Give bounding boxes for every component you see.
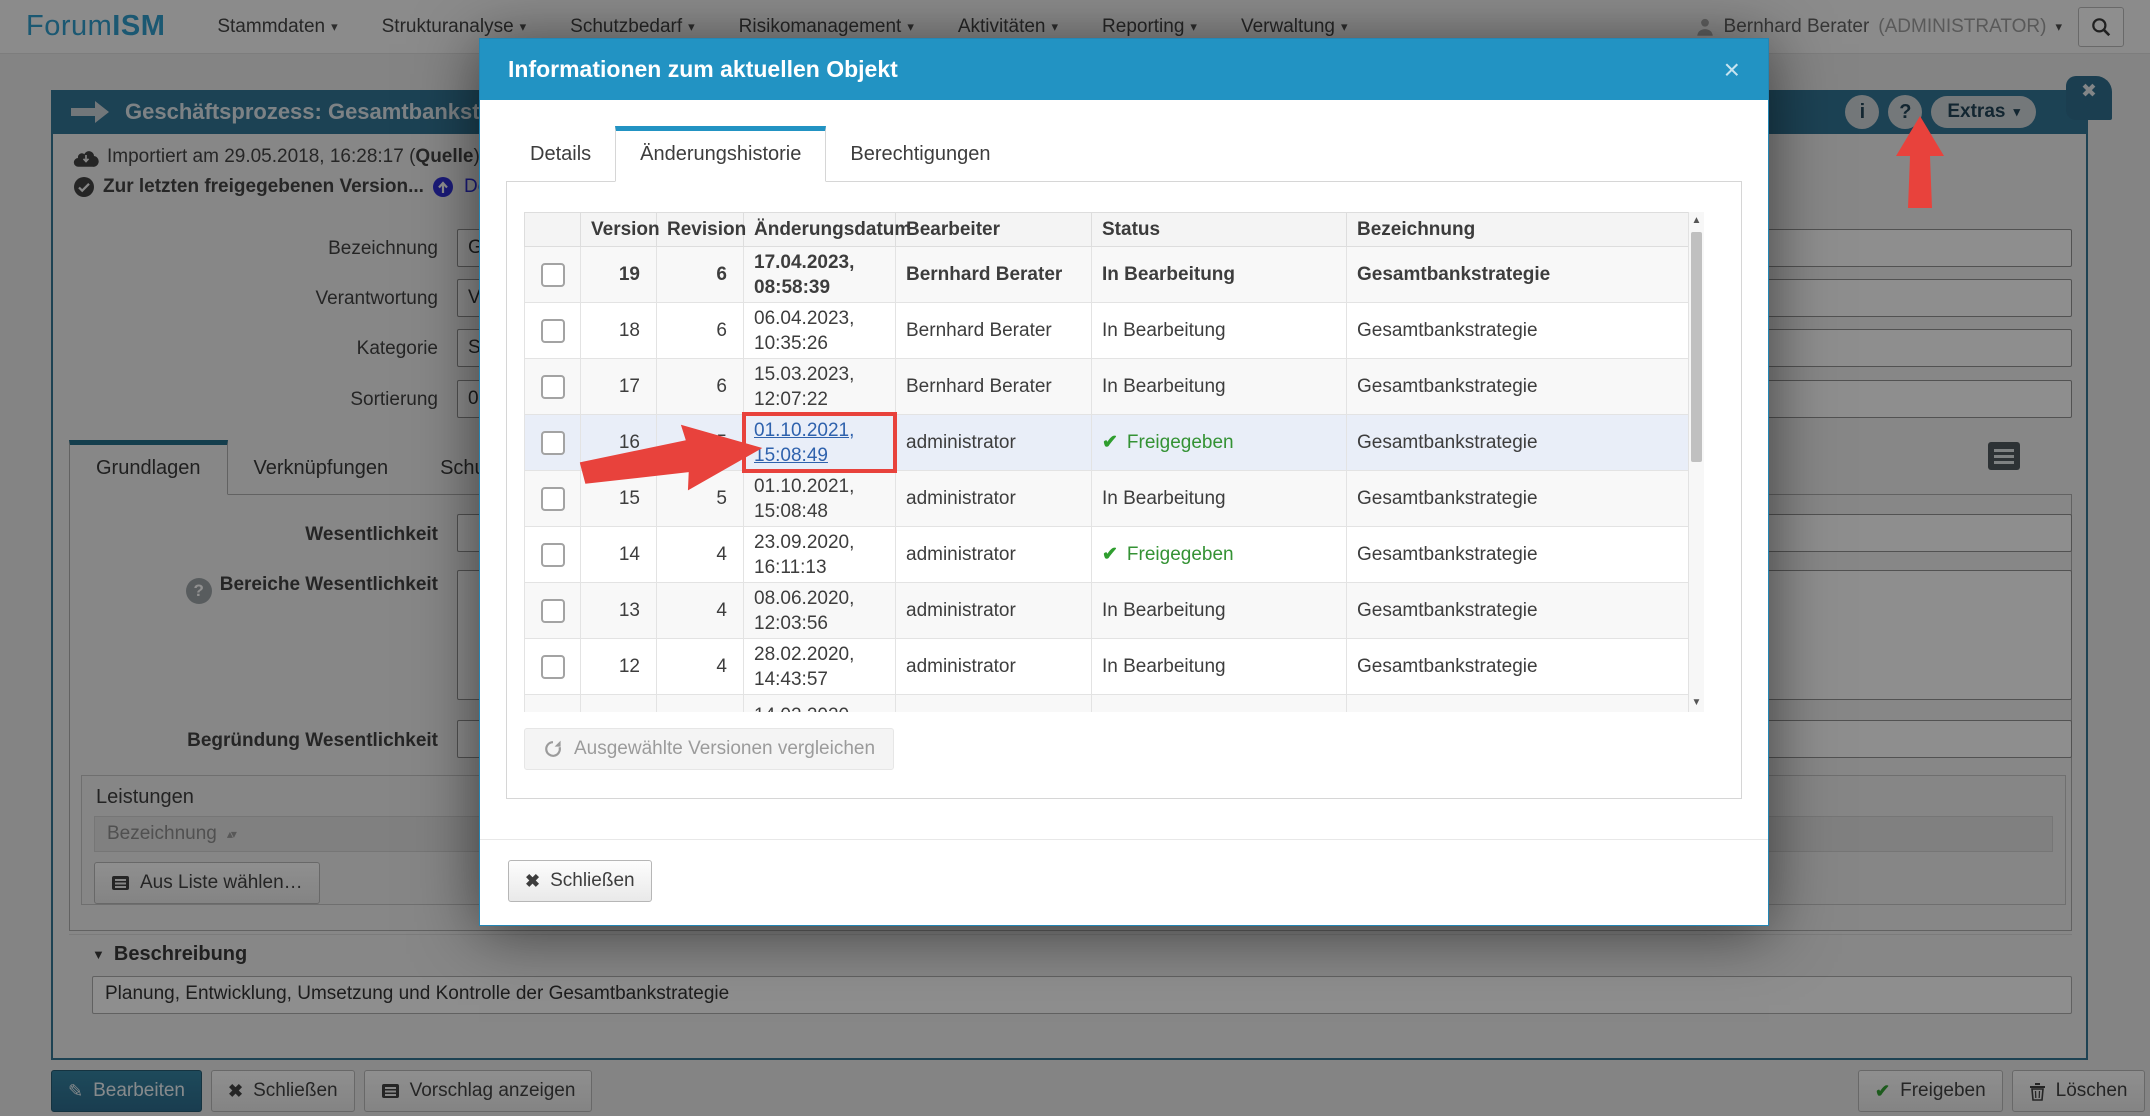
version-date: 23.09.2020, 16:11:13 <box>754 531 855 578</box>
col-status: Status <box>1091 212 1347 247</box>
col-date: Änderungsdatum <box>743 212 911 247</box>
version-date: 17.04.2023, 08:58:39 <box>754 251 855 298</box>
compare-versions-button[interactable]: Ausgewählte Versionen vergleichen <box>524 728 895 770</box>
history-row[interactable]: 18 6 06.04.2023, 10:35:26 Bernhard Berater In… <box>524 302 1690 359</box>
col-name: Bezeichnung <box>1346 212 1690 247</box>
row-select-checkbox[interactable] <box>540 598 565 623</box>
history-row[interactable]: 12 4 28.02.2020, 14:43:57 administrator In Be… <box>524 638 1690 695</box>
modal-tabs: Details Änderungshistorie Berechtigungen <box>506 126 1742 182</box>
row-select-checkbox[interactable] <box>540 486 565 511</box>
screenshot-root: ForumISM Stammdaten ▾ Strukturanalyse ▾ Schu… <box>0 0 2150 1116</box>
check-icon: ✔ <box>1102 432 1118 453</box>
modal-header: Informationen zum aktuellen Objekt × <box>480 39 1768 100</box>
history-row[interactable]: 17 6 15.03.2023, 12:07:22 Bernhard Berater In… <box>524 358 1690 415</box>
history-row[interactable]: 14 4 23.09.2020, 16:11:13 administrator ✔ Frei… <box>524 526 1690 583</box>
history-row-partial[interactable]: 14.02.2020, <box>524 694 1690 712</box>
modal-close-icon[interactable]: × <box>1724 54 1740 86</box>
col-version: Version <box>580 212 660 247</box>
row-select-checkbox[interactable] <box>540 542 565 567</box>
scroll-up-icon[interactable]: ▲ <box>1689 214 1704 228</box>
table-scrollbar[interactable]: ▲ ▼ <box>1688 212 1704 712</box>
history-header-row: Version Revision Änderungsdatum Bearbeit… <box>524 212 1690 247</box>
modal-tab[interactable]: Details <box>506 127 615 181</box>
modal-title: Informationen zum aktuellen Objekt <box>508 56 898 82</box>
scroll-down-icon[interactable]: ▼ <box>1689 696 1704 710</box>
version-date: 01.10.2021, 15:08:48 <box>754 475 855 522</box>
history-row[interactable]: 19 6 17.04.2023, 08:58:39 Bernhard Berater In… <box>524 246 1690 303</box>
info-modal: Informationen zum aktuellen Objekt × Det… <box>479 38 1769 926</box>
history-row[interactable]: 13 4 08.06.2020, 12:03:56 administrator In Be… <box>524 582 1690 639</box>
version-date: 15.03.2023, 12:07:22 <box>754 363 855 410</box>
version-date-link[interactable]: 01.10.2021, 15:08:49 <box>754 418 854 468</box>
col-revision: Revision <box>656 212 746 247</box>
row-select-checkbox[interactable] <box>540 430 565 455</box>
version-date: 14.02.2020, <box>754 703 885 712</box>
red-arrow-annotation <box>1896 116 1944 208</box>
modal-close-button[interactable]: ✖ Schließen <box>508 860 652 902</box>
scrollbar-thumb[interactable] <box>1691 232 1702 462</box>
check-icon: ✔ <box>1102 544 1118 565</box>
row-select-checkbox[interactable] <box>540 654 565 679</box>
modal-tab[interactable]: Änderungshistorie <box>615 126 827 182</box>
modal-footer: ✖ Schließen <box>480 839 1768 925</box>
col-checkbox <box>524 212 581 247</box>
close-icon: ✖ <box>525 870 541 891</box>
modal-tab[interactable]: Berechtigungen <box>826 127 1014 181</box>
col-editor: Bearbeiter <box>895 212 1092 247</box>
version-date: 28.02.2020, 14:43:57 <box>754 643 855 690</box>
row-select-checkbox[interactable] <box>540 374 565 399</box>
version-date: 06.04.2023, 10:35:26 <box>754 307 855 354</box>
refresh-icon <box>545 740 561 757</box>
row-select-checkbox[interactable] <box>540 262 565 287</box>
version-date: 08.06.2020, 12:03:56 <box>754 587 855 634</box>
row-select-checkbox[interactable] <box>540 318 565 343</box>
